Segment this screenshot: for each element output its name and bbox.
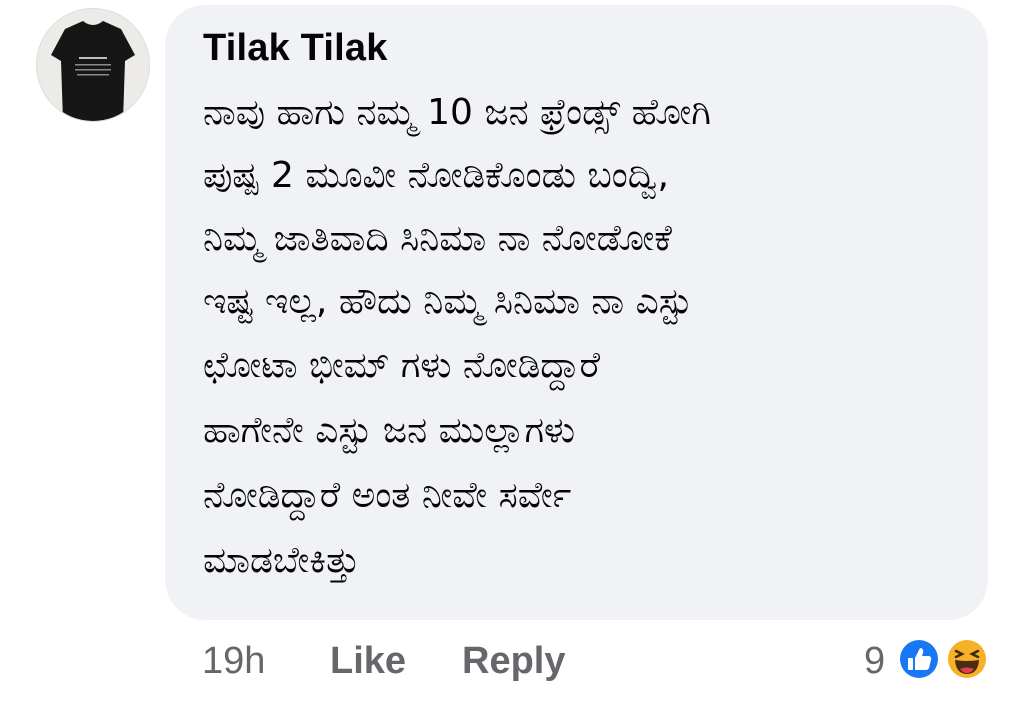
- comment-text-line: ನಿಮ್ಮ ಜಾತಿವಾದಿ ಸಿನಿಮಾ ನಾ ನೋಡೋಕೆ: [203, 218, 672, 259]
- reaction-count[interactable]: 9: [864, 640, 885, 683]
- comment-text-line: ನೋಡಿದ್ದಾರೆ ಅಂತ ನೀವೇ ಸರ್ವೇ: [203, 475, 572, 516]
- reply-button[interactable]: Reply: [462, 640, 565, 683]
- comment-author-name[interactable]: Tilak Tilak: [203, 27, 388, 70]
- like-button[interactable]: Like: [330, 640, 406, 683]
- comment-text-line: ಇಷ್ಟ ಇಲ್ಲ, ಹೌದು ನಿಮ್ಮ ಸಿನಿಮಾ ನಾ ಎಸ್ಟು: [203, 281, 692, 322]
- avatar-image: [37, 9, 149, 121]
- comment-text-line: ಪುಷ್ಪ 2 ಮೂವೀ ನೋಡಿಕೊಂಡು ಬಂದ್ವಿ,: [203, 155, 669, 196]
- comment-text-line: ಛೋಟಾ ಭೀಮ್ ಗಳು ನೋಡಿದ್ದಾರೆ: [203, 345, 601, 386]
- avatar[interactable]: [36, 8, 150, 122]
- comment-timestamp[interactable]: 19h: [202, 640, 265, 683]
- comment-text-line: ಮಾಡಬೇಕಿತ್ತು: [203, 540, 360, 581]
- comment-text-line: ನಾವು ಹಾಗು ನಮ್ಮ 10 ಜನ ಫ್ರೆಂಡ್ಸ್ ಹೋಗಿ: [203, 92, 711, 133]
- haha-icon[interactable]: [944, 636, 990, 682]
- like-icon[interactable]: [896, 636, 942, 682]
- comment-text-line: ಹಾಗೇನೇ ಎಸ್ಟು ಜನ ಮುಲ್ಲಾಗಳು: [203, 410, 576, 451]
